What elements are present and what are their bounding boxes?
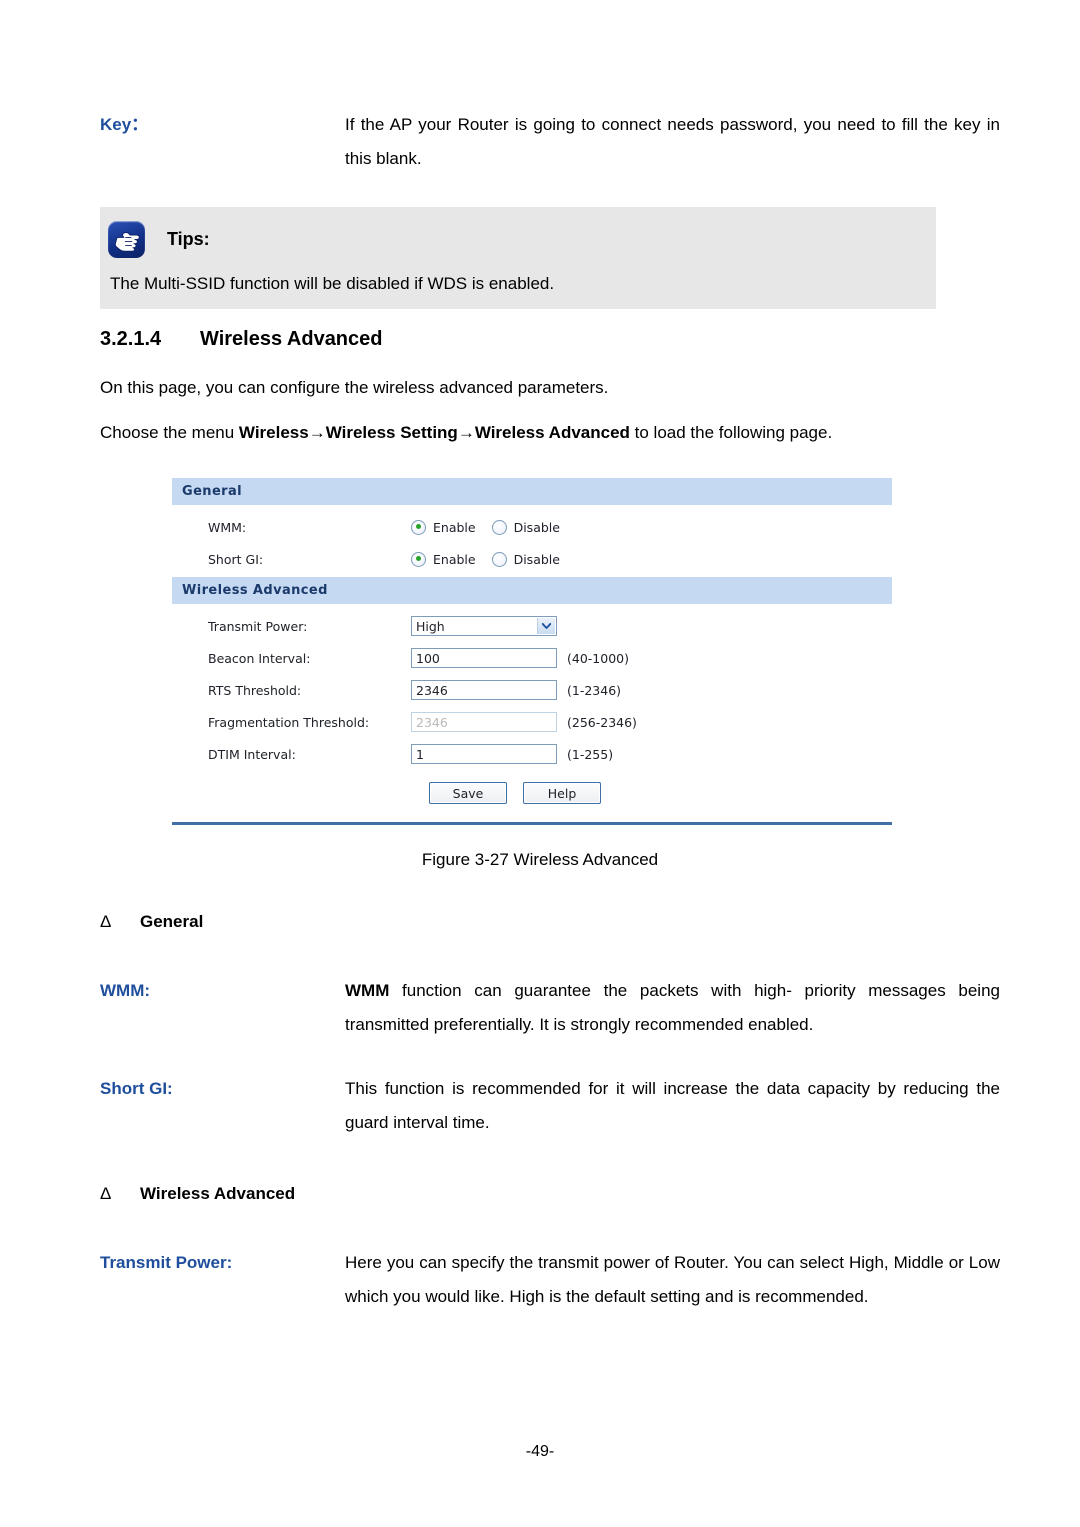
rts-threshold-input[interactable] bbox=[411, 680, 557, 700]
wmm-row: WMM: Enable Disable bbox=[172, 511, 892, 543]
beacon-interval-row: Beacon Interval: (40-1000) bbox=[172, 642, 892, 674]
wmm-description: WMM function can guarantee the packets w… bbox=[345, 974, 1000, 1042]
document-page: Key： If the AP your Router is going to c… bbox=[0, 0, 1080, 1527]
tips-callout: Tips: The Multi-SSID function will be di… bbox=[100, 207, 936, 309]
tips-body-text: The Multi-SSID function will be disabled… bbox=[110, 274, 555, 293]
menu-path-wireless-advanced: Wireless Advanced bbox=[474, 423, 630, 442]
menu-path-wireless-setting: Wireless Setting bbox=[325, 423, 458, 442]
chevron-down-icon[interactable] bbox=[537, 618, 555, 634]
bullet-mark-icon: Δ bbox=[100, 912, 112, 931]
menu-path-paragraph: Choose the menu Wireless→Wireless Settin… bbox=[100, 423, 832, 443]
short-gi-label: Short GI: bbox=[208, 551, 264, 567]
transmit-power-row: Transmit Power: High bbox=[172, 610, 892, 642]
short-gi-disable-radio[interactable] bbox=[491, 551, 507, 567]
general-bullet-heading: Δ General bbox=[100, 912, 203, 932]
dtim-interval-input[interactable] bbox=[411, 744, 557, 764]
tips-header: Tips: bbox=[100, 217, 936, 261]
short-gi-enable-radio[interactable] bbox=[411, 551, 426, 567]
bullet-mark-icon: Δ bbox=[100, 1184, 112, 1203]
figure-caption: Figure 3-27 Wireless Advanced bbox=[421, 850, 659, 869]
wmm-radio-group: Enable Disable bbox=[411, 519, 576, 535]
menu-lead-text: Choose the menu bbox=[100, 423, 239, 442]
page-title: 3.2.1.4 Wireless Advanced bbox=[100, 328, 383, 351]
wireless-advanced-bullet-heading: Δ Wireless Advanced bbox=[100, 1184, 295, 1204]
rts-threshold-hint: (1-2346) bbox=[567, 682, 622, 698]
panel-bottom-rule bbox=[172, 822, 892, 825]
wmm-disable-label[interactable]: Disable bbox=[514, 520, 560, 535]
fragmentation-threshold-hint: (256-2346) bbox=[567, 714, 637, 730]
dtim-interval-label: DTIM Interval: bbox=[208, 746, 296, 762]
wireless-advanced-bullet-label: Wireless Advanced bbox=[140, 1184, 296, 1203]
rts-threshold-label: RTS Threshold: bbox=[208, 682, 302, 698]
fragmentation-threshold-input bbox=[411, 712, 557, 732]
short-gi-description: This function is recommended for it will… bbox=[345, 1079, 1000, 1132]
wireless-advanced-rows: Transmit Power: High Beacon Interval: (4… bbox=[172, 604, 892, 820]
menu-tail-text: to load the following page. bbox=[629, 423, 833, 442]
menu-arrow-1: → bbox=[308, 423, 326, 442]
general-section-rows: WMM: Enable Disable Short GI: Enable Dis… bbox=[172, 505, 892, 577]
tips-label: Tips: bbox=[167, 228, 210, 249]
save-button[interactable]: Save bbox=[429, 782, 507, 804]
menu-path-wireless: Wireless bbox=[238, 423, 309, 442]
short-gi-term-label: Short GI: bbox=[100, 1079, 173, 1098]
beacon-interval-label: Beacon Interval: bbox=[208, 650, 311, 666]
fragmentation-threshold-row: Fragmentation Threshold: (256-2346) bbox=[172, 706, 892, 738]
general-section-header: General bbox=[172, 478, 892, 505]
transmit-power-select[interactable]: High bbox=[411, 616, 557, 636]
pointing-hand-icon bbox=[108, 220, 145, 258]
rts-threshold-row: RTS Threshold: (1-2346) bbox=[172, 674, 892, 706]
general-bullet-label: General bbox=[140, 912, 204, 931]
wmm-enable-label[interactable]: Enable bbox=[433, 520, 476, 535]
router-ui-screenshot: General WMM: Enable Disable Short GI: En… bbox=[172, 478, 892, 825]
beacon-interval-hint: (40-1000) bbox=[567, 650, 629, 666]
section-intro-paragraph: On this page, you can configure the wire… bbox=[100, 378, 609, 397]
wireless-advanced-section-header: Wireless Advanced bbox=[172, 577, 892, 604]
wmm-label: WMM: bbox=[208, 519, 247, 535]
wmm-term-label: WMM: bbox=[100, 981, 151, 1000]
section-title: Wireless Advanced bbox=[200, 328, 383, 350]
key-definition-row: Key： If the AP your Router is going to c… bbox=[100, 108, 1000, 176]
transmit-power-term-label: Transmit Power: bbox=[100, 1253, 233, 1272]
short-gi-definition-row: Short GI: This function is recommended f… bbox=[100, 1072, 1000, 1140]
wmm-definition-row: WMM: WMM function can guarantee the pack… bbox=[100, 974, 1000, 1042]
wmm-lead-bold: WMM bbox=[345, 981, 390, 1000]
short-gi-row: Short GI: Enable Disable bbox=[172, 543, 892, 575]
transmit-power-label: Transmit Power: bbox=[208, 618, 308, 634]
key-description: If the AP your Router is going to connec… bbox=[345, 115, 1000, 168]
dtim-interval-hint: (1-255) bbox=[567, 746, 614, 762]
fragmentation-threshold-label: Fragmentation Threshold: bbox=[208, 714, 370, 730]
wmm-description-text: function can guarantee the packets with … bbox=[345, 981, 1000, 1034]
key-term-label: Key： bbox=[100, 115, 149, 134]
short-gi-disable-label[interactable]: Disable bbox=[514, 552, 560, 567]
wmm-enable-radio[interactable] bbox=[411, 519, 426, 535]
router-action-buttons: Save Help bbox=[138, 770, 892, 818]
short-gi-radio-group: Enable Disable bbox=[411, 551, 576, 567]
beacon-interval-input[interactable] bbox=[411, 648, 557, 668]
transmit-power-definition-row: Transmit Power: Here you can specify the… bbox=[100, 1246, 1000, 1314]
help-button[interactable]: Help bbox=[523, 782, 601, 804]
transmit-power-description: Here you can specify the transmit power … bbox=[345, 1253, 1000, 1306]
short-gi-enable-label[interactable]: Enable bbox=[433, 552, 476, 567]
transmit-power-value: High bbox=[416, 618, 445, 634]
dtim-interval-row: DTIM Interval: (1-255) bbox=[172, 738, 892, 770]
menu-arrow-2: → bbox=[457, 423, 475, 442]
section-number: 3.2.1.4 bbox=[100, 328, 162, 350]
wmm-disable-radio[interactable] bbox=[491, 519, 507, 535]
page-number: -49- bbox=[525, 1443, 555, 1460]
